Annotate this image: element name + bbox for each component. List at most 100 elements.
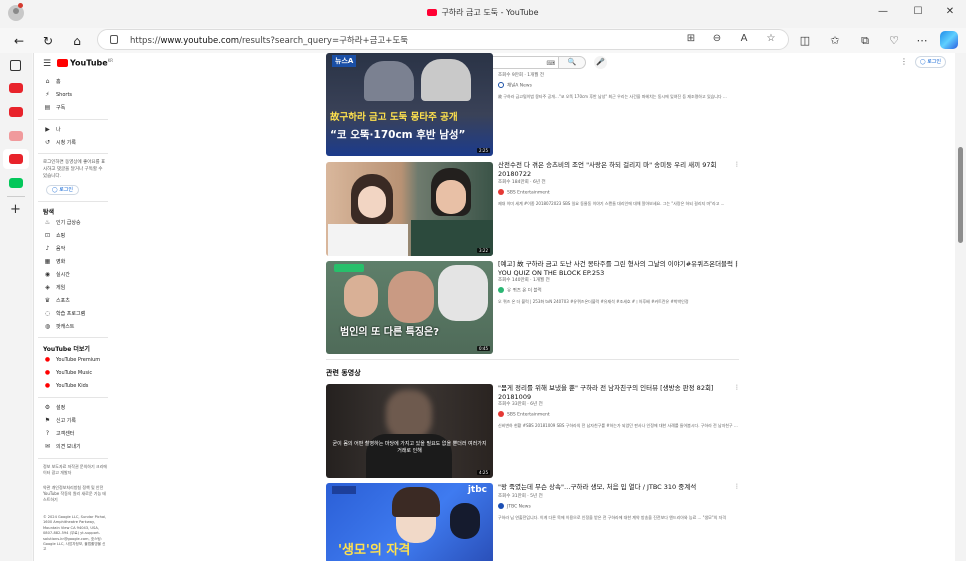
video-thumbnail[interactable]: jtbc '생모'의 자격 <box>326 483 493 561</box>
signin-button[interactable]: ◯ 로그인 <box>915 56 946 68</box>
shorts-icon: ⚡ <box>45 91 50 98</box>
scrollbar-thumb[interactable] <box>958 147 963 243</box>
youtube-logo[interactable]: YouTubeKR <box>57 58 113 68</box>
sidebar-item-subscriptions[interactable]: ▤ 구독 <box>43 104 66 114</box>
sidebar-item-music-app[interactable]: ● YouTube Music <box>43 369 92 379</box>
more-menu-icon[interactable]: ⋯ <box>913 32 931 50</box>
sidebar-item-learning[interactable]: ◌ 학습 프로그램 <box>43 310 85 320</box>
video-channel[interactable]: SBS Entertainment <box>498 411 550 418</box>
video-title[interactable]: [예고] 故 구하라 금고 도난 사건 몽타주를 그린 형사의 그날의 이야기#… <box>498 260 738 277</box>
more-options-icon[interactable]: ⋮ <box>734 260 740 267</box>
sidebar-item-shopping[interactable]: ⊡ 쇼핑 <box>43 232 65 242</box>
sidebar-item-sports[interactable]: ♛ 스포츠 <box>43 297 70 307</box>
video-title[interactable]: "몸게 정리를 위해 보냈을 뿐" 구하라 전 남자친구의 인터뷰 [생방송 판… <box>498 384 738 401</box>
video-thumbnail[interactable]: 굳이 몸의 어떤 촬영하는 마당에 가지고 있을 필요도 없을 뿐더러 여러가지… <box>326 384 493 478</box>
movies-icon: ▦ <box>44 258 51 265</box>
youtube-page: ☰ YouTubeKR 검색⌨ 🔍 🎤 ⋮ ◯ 로그인 ⌂홈 ⚡Shorts ▤… <box>33 53 955 561</box>
tab-youtube-icon[interactable] <box>9 83 23 93</box>
podcast-icon: ◍ <box>44 323 51 330</box>
new-tab-plus-icon[interactable]: + <box>10 202 21 217</box>
sidebar-item-premium[interactable]: ● YouTube Premium <box>43 356 100 366</box>
sidebar-item-shorts[interactable]: ⚡ Shorts <box>43 91 72 101</box>
settings-dots-icon[interactable]: ⋮ <box>900 57 908 66</box>
keyboard-icon[interactable]: ⌨ <box>546 60 555 67</box>
more-options-icon[interactable]: ⋮ <box>734 483 740 490</box>
read-aloud-icon[interactable]: A <box>737 33 751 44</box>
footer-copyright: © 2024 Google LLC, Sundar Pichai, 1600 A… <box>43 515 107 552</box>
split-screen-icon[interactable]: ◫ <box>796 32 814 50</box>
show-logo <box>334 264 364 272</box>
channel-avatar <box>498 503 504 509</box>
address-bar[interactable]: https://www.youtube.com/results?search_q… <box>97 29 789 50</box>
sidebar-item-you[interactable]: ▶ 나 <box>43 126 60 136</box>
tab-youtube-active-icon[interactable] <box>9 154 23 164</box>
sidebar-item-help[interactable]: ? 고객센터 <box>43 430 75 440</box>
tab-naver-icon[interactable] <box>9 178 23 188</box>
video-channel[interactable]: SBS Entertainment <box>498 189 550 196</box>
sidebar-item-home[interactable]: ⌂ 홈 <box>43 78 61 88</box>
video-channel[interactable]: 채널A News <box>498 82 532 89</box>
sidebar-item-gaming[interactable]: ◈ 게임 <box>43 284 65 294</box>
video-title[interactable]: 산전수전 다 겪은 승츠비의 조언 "사랑은 하되 걸리지 마" 송미둥 우리 … <box>498 161 738 178</box>
sidebar-divider <box>38 119 108 120</box>
you-icon: ▶ <box>45 126 50 133</box>
person-face <box>358 186 386 218</box>
hamburger-menu-icon[interactable]: ☰ <box>43 59 51 69</box>
maximize-button[interactable]: ☐ <box>911 6 925 17</box>
search-button[interactable]: 🔍 <box>558 56 586 69</box>
tab-youtube-icon[interactable] <box>9 131 23 141</box>
sidebar-item-live[interactable]: ◉ 실시간 <box>43 271 70 281</box>
favorite-star-icon[interactable]: ☆ <box>764 33 778 44</box>
video-duration: 2:25 <box>477 148 490 153</box>
app-available-icon[interactable]: ⊞ <box>684 33 698 44</box>
sidebar-item-settings[interactable]: ⚙ 설정 <box>43 404 65 414</box>
video-channel[interactable]: 유 퀴즈 온 더 블럭 <box>498 287 542 294</box>
sidebar-item-feedback[interactable]: ✉ 의견 보내기 <box>43 443 81 453</box>
video-meta: 조회수 184만회 · 6년 전 <box>498 180 546 185</box>
home-icon[interactable]: ⌂ <box>68 32 86 50</box>
video-thumbnail[interactable]: 뉴스A 故구하라 금고 도둑 몽타주 공개 “코 오뚝·170cm 후반 남성”… <box>326 53 493 156</box>
browser-window: 구하라 금고 도둑 - YouTube — ☐ ✕ ← ↻ ⌂ https://… <box>0 0 966 561</box>
more-options-icon[interactable]: ⋮ <box>734 161 740 168</box>
minimize-button[interactable]: — <box>876 6 890 17</box>
footer-links-1[interactable]: 정보 보도자료 저작권 문의하기 크리에이터 광고 개발자 <box>43 464 107 476</box>
sidebar-item-kids[interactable]: ● YouTube Kids <box>43 382 89 392</box>
back-arrow-icon[interactable]: ← <box>10 32 28 50</box>
page-scrollbar[interactable] <box>955 53 966 561</box>
browser-essentials-icon[interactable]: ♡ <box>885 32 903 50</box>
footer-links-2[interactable]: 약관 개인정보처리방침 정책 및 안전 YouTube 작동의 원리 새로운 기… <box>43 485 107 503</box>
video-meta: 조회수 9만회 · 1개월 전 <box>498 73 544 78</box>
gear-icon: ⚙ <box>44 404 51 411</box>
favorites-icon[interactable]: ✩ <box>826 32 844 50</box>
home-icon: ⌂ <box>45 78 50 85</box>
zoom-icon[interactable]: ⊖ <box>710 33 724 44</box>
window-title: 구하라 금고 도둑 - YouTube <box>0 7 966 18</box>
microphone-icon[interactable]: 🎤 <box>594 56 607 69</box>
copilot-icon[interactable] <box>940 31 958 49</box>
more-options-icon[interactable]: ⋮ <box>734 384 740 391</box>
title-bar: 구하라 금고 도둑 - YouTube — ☐ ✕ <box>0 0 966 28</box>
sidebar-item-podcasts[interactable]: ◍ 팟캐스트 <box>43 323 75 333</box>
sidebar-item-history[interactable]: ↺ 시청 기록 <box>43 139 76 149</box>
tab-youtube-icon[interactable] <box>9 107 23 117</box>
video-channel[interactable]: JTBC News <box>498 503 531 510</box>
video-meta: 조회수 31만회 · 5년 전 <box>498 494 543 499</box>
sidebar-item-music[interactable]: ♪ 음악 <box>43 245 66 255</box>
sidebar-signin-button[interactable]: ◯ 로그인 <box>46 185 79 195</box>
section-divider <box>326 359 739 360</box>
tab-actions-icon[interactable] <box>10 60 21 71</box>
related-videos-header: 관련 동영상 <box>326 369 361 377</box>
shopping-icon: ⊡ <box>44 232 51 239</box>
sidebar-item-movies[interactable]: ▦ 영화 <box>43 258 66 268</box>
video-title[interactable]: "왕 죽였는데 무슨 상속"…구하라 생모, 처음 입 열다 / JTBC 31… <box>498 483 738 492</box>
thumbnail-subtitle: 굳이 몸의 어떤 촬영하는 마당에 가지고 있을 필요도 없을 뿐더러 여러가지… <box>332 441 487 454</box>
sidebar-item-report-history[interactable]: ⚑ 신고 기록 <box>43 417 76 427</box>
video-thumbnail[interactable]: 범인의 또 다른 특징은? 0:45 <box>326 261 493 354</box>
youtube-kids-icon: ● <box>44 382 51 389</box>
refresh-icon[interactable]: ↻ <box>39 32 57 50</box>
channel-avatar <box>498 189 504 195</box>
sidebar-item-trending[interactable]: ♨ 인기 급상승 <box>43 219 81 229</box>
collections-icon[interactable]: ⧉ <box>856 32 874 50</box>
video-thumbnail[interactable]: 3:22 <box>326 162 493 256</box>
close-button[interactable]: ✕ <box>943 6 957 17</box>
